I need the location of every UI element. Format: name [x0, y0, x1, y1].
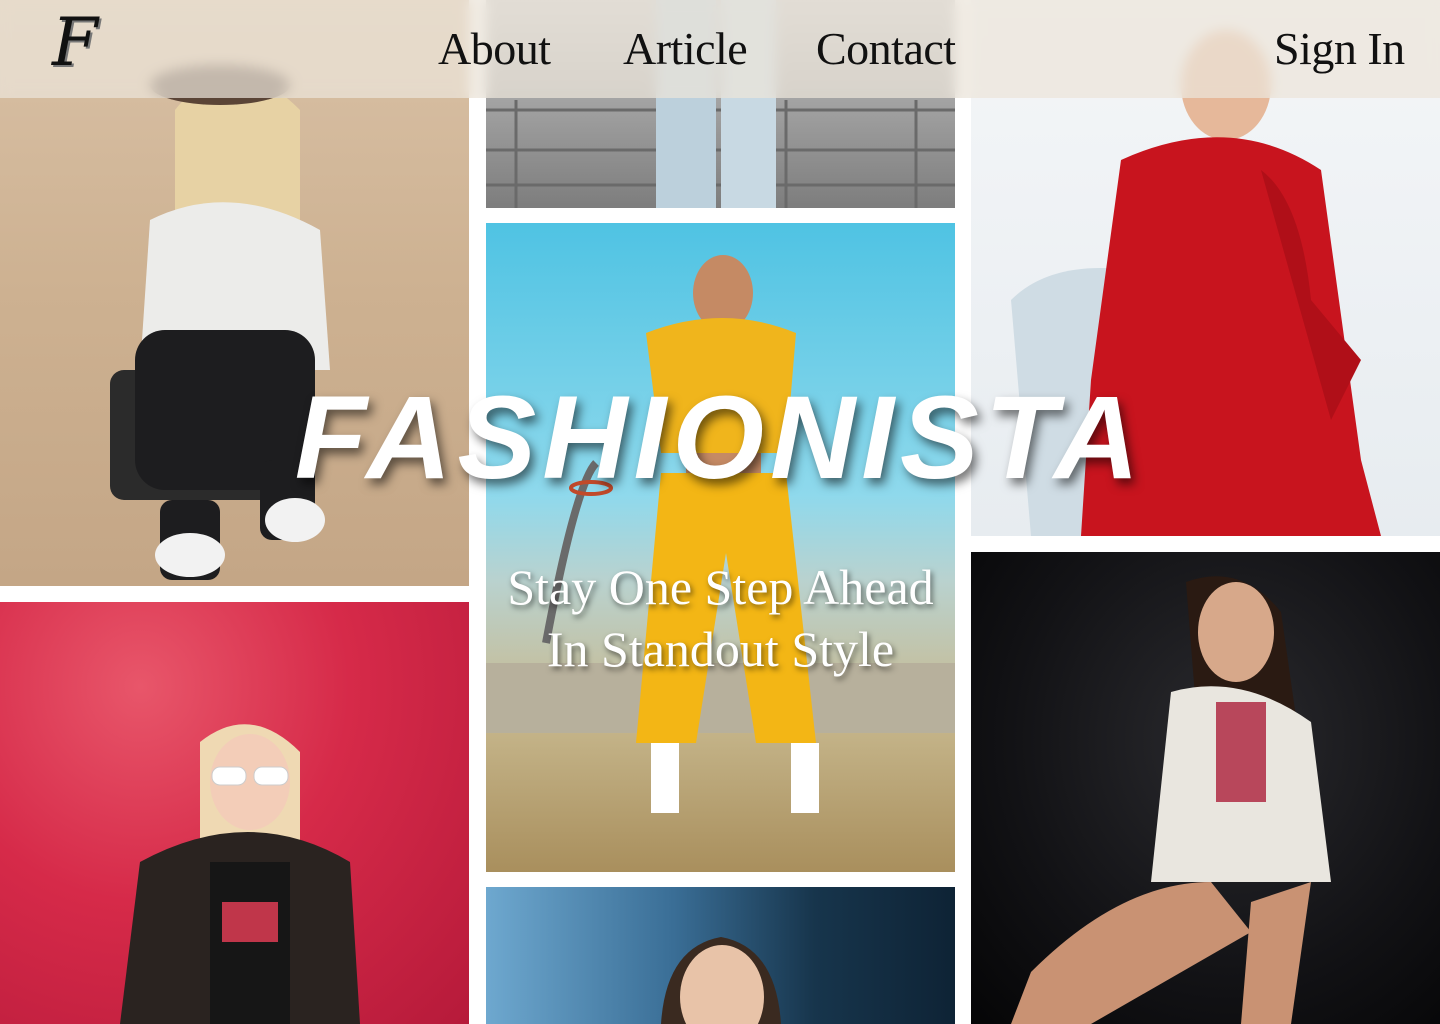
nav-link-about[interactable]: About [438, 22, 551, 75]
woman-dark-studio-figure [1011, 576, 1331, 1024]
hero-title: FASHIONISTA [294, 372, 1146, 504]
nav-link-contact[interactable]: Contact [816, 22, 956, 75]
hero-subtitle-line2: In Standout Style [546, 621, 895, 677]
hero-subtitle: Stay One Step Ahead In Standout Style [486, 556, 955, 680]
photo-woman-yellow-tracksuit [486, 223, 955, 872]
photo-woman-window [486, 887, 955, 1024]
photo-woman-leather-jacket [0, 602, 469, 1024]
brand-logo[interactable]: F [52, 4, 98, 81]
woman-window-figure [661, 937, 781, 1024]
woman-leather-jacket-figure [120, 724, 360, 1024]
photo-woman-dark-studio [971, 552, 1440, 1024]
woman-yellow-tracksuit-figure [486, 255, 955, 813]
hero-subtitle-line1: Stay One Step Ahead [507, 559, 934, 615]
sign-in-link[interactable]: Sign In [1274, 22, 1405, 75]
nav-link-article[interactable]: Article [623, 22, 748, 75]
top-nav: F About Article Contact Sign In [0, 0, 1440, 98]
